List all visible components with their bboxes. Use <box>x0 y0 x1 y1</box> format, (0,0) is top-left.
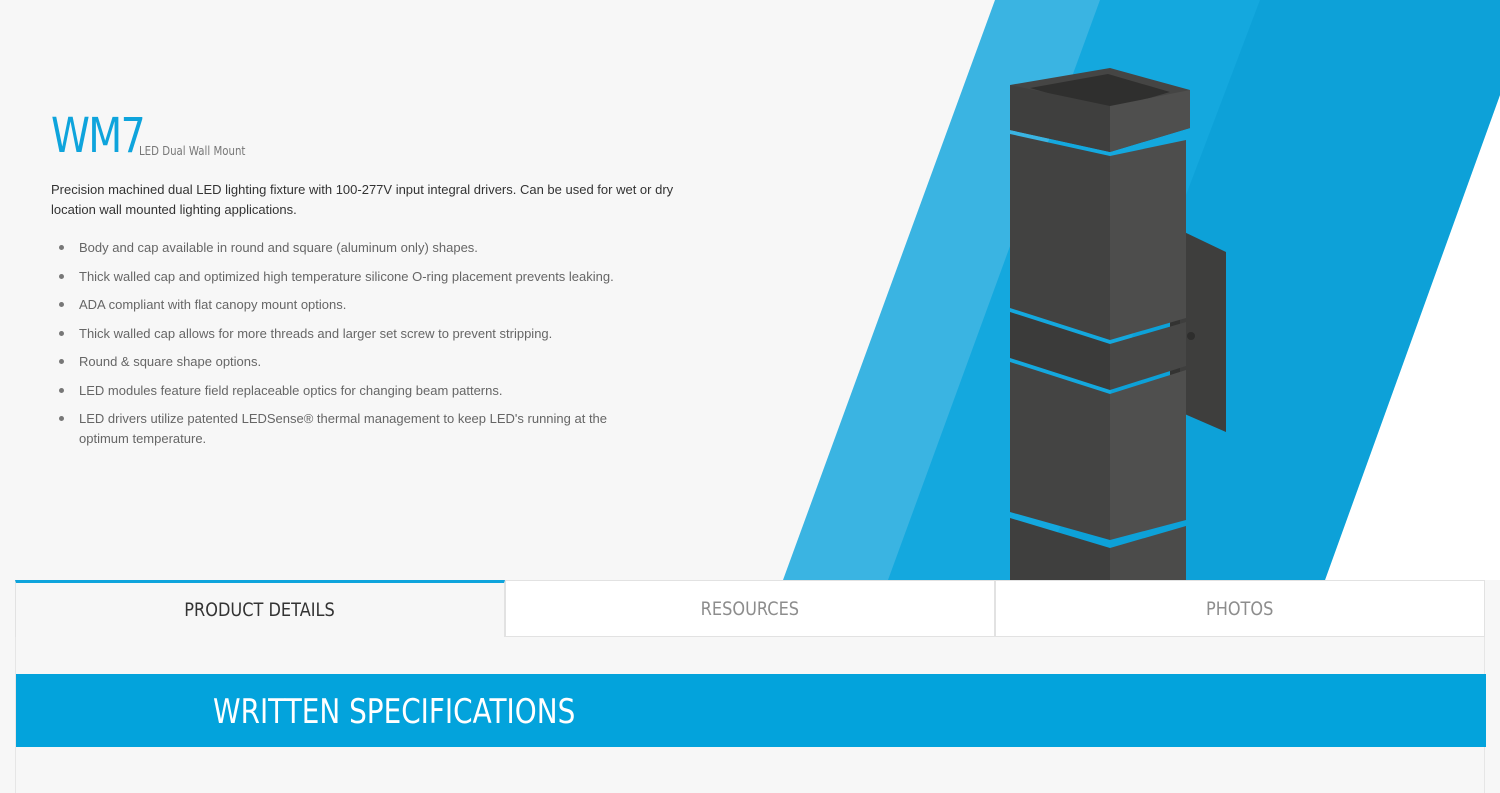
feature-item: Thick walled cap and optimized high temp… <box>51 267 651 287</box>
tab-content-panel: WRITTEN SPECIFICATIONS <box>15 637 1486 793</box>
feature-item: Round & square shape options. <box>51 352 651 372</box>
feature-list: Body and cap available in round and squa… <box>51 238 691 448</box>
tab-resources[interactable]: RESOURCES <box>505 580 995 637</box>
tab-label: PRODUCT DETAILS <box>184 599 336 621</box>
feature-item: Body and cap available in round and squa… <box>51 238 651 258</box>
feature-item: Thick walled cap allows for more threads… <box>51 324 651 344</box>
section-title: WRITTEN SPECIFICATIONS <box>213 692 576 732</box>
feature-item: ADA compliant with flat canopy mount opt… <box>51 295 651 315</box>
tab-label: PHOTOS <box>1206 597 1274 620</box>
hero-section: WM7 LED Dual Wall Mount Precision machin… <box>0 0 1500 580</box>
feature-item: LED modules feature field replaceable op… <box>51 381 651 401</box>
product-image-wm7-fixture <box>1010 68 1226 580</box>
tab-product-details[interactable]: PRODUCT DETAILS <box>15 580 505 637</box>
feature-item: LED drivers utilize patented LEDSense® t… <box>51 409 651 448</box>
tab-bar: PRODUCT DETAILS RESOURCES PHOTOS <box>15 580 1485 637</box>
tab-photos[interactable]: PHOTOS <box>995 580 1485 637</box>
product-intro: WM7 LED Dual Wall Mount Precision machin… <box>51 112 691 457</box>
product-subtitle: LED Dual Wall Mount <box>139 144 246 158</box>
product-title: WM7 LED Dual Wall Mount <box>51 112 691 160</box>
product-description: Precision machined dual LED lighting fix… <box>51 182 674 217</box>
written-specifications-header: WRITTEN SPECIFICATIONS <box>16 674 1486 747</box>
tab-label: RESOURCES <box>700 597 800 620</box>
product-code: WM7 <box>51 108 146 164</box>
